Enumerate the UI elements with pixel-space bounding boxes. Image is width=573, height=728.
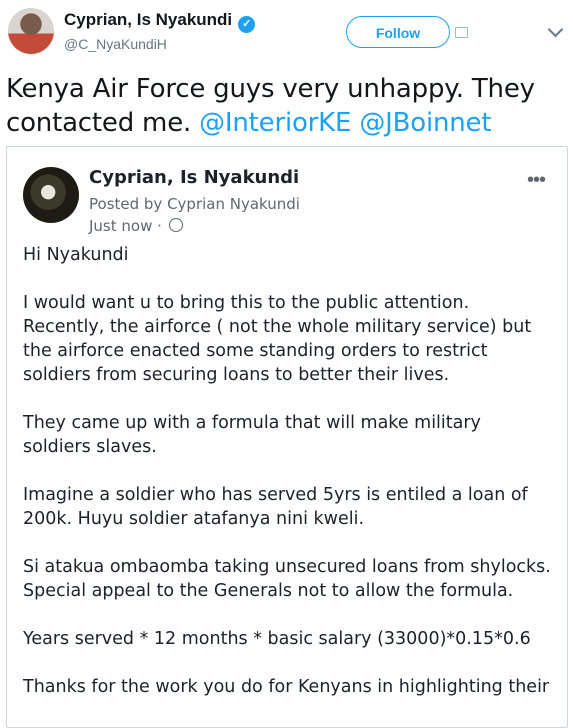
mention-interiorke[interactable]: @InteriorKE [199,108,351,138]
author-avatar[interactable] [8,8,54,54]
post-time: Just now · [89,217,183,235]
author-name[interactable]: Cyprian, Is Nyakundi ✓ [64,10,256,33]
more-options-icon: ••• [527,169,546,191]
post-author-name: Cyprian, Is Nyakundi [89,167,300,188]
tweet-text: Kenya Air Force guys very unhappy. They … [6,74,535,138]
embedded-post-image[interactable]: Cyprian, Is Nyakundi Posted by Cyprian N… [6,146,568,728]
posted-by: Posted by Cyprian Nyakundi [89,195,300,213]
post-paragraph: Years served * 12 months * basic salary … [23,629,531,649]
mention-jboinnet[interactable]: @JBoinnet [359,108,491,138]
post-paragraph: Imagine a soldier who has served 5yrs is… [23,485,528,529]
post-paragraph: Thanks for the work you do for Kenyans i… [23,677,550,697]
author-handle[interactable]: @C_NyaKundiH [64,36,167,52]
globe-icon [168,218,183,232]
follow-button[interactable]: Follow [346,16,450,48]
verified-badge-icon: ✓ [238,16,256,33]
post-body: Hi Nyakundi I would want u to bring this… [23,243,553,723]
add-follow-icon[interactable] [455,27,468,38]
post-paragraph: Hi Nyakundi [23,245,129,265]
post-author-avatar [23,167,79,223]
post-paragraph: I would want u to bring this to the publ… [23,293,532,385]
post-paragraph: Si atakua ombaomba taking unsecured loan… [23,557,551,601]
post-paragraph: They came up with a formula that will ma… [23,413,481,457]
chevron-down-icon[interactable] [547,21,564,38]
